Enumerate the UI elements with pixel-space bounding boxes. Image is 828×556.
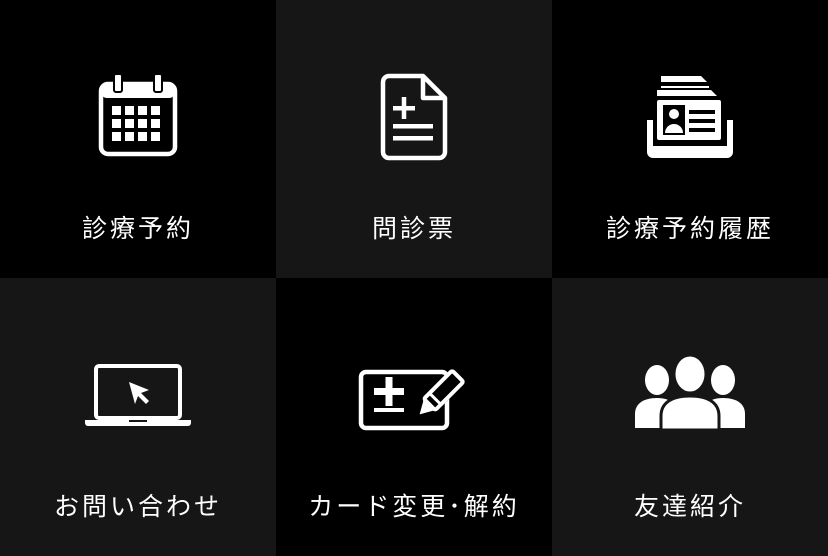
tile-label: 診療予約履歴	[605, 214, 774, 243]
tile-label: お問い合わせ	[53, 492, 222, 521]
menu-grid: 診療予約 問診票 診療予約履歴 お問い合わせ カード変更･解約 友達紹介	[0, 0, 828, 556]
tile-contact[interactable]: お問い合わせ	[0, 278, 276, 556]
tile-label: カード変更･解約	[308, 492, 520, 521]
medical-document-icon	[276, 72, 552, 162]
tile-label: 問診票	[371, 214, 456, 243]
calendar-icon	[0, 72, 276, 158]
tile-appointment-history[interactable]: 診療予約履歴	[552, 0, 828, 278]
tile-appointment[interactable]: 診療予約	[0, 0, 276, 278]
tile-refer-friend[interactable]: 友達紹介	[552, 278, 828, 556]
laptop-cursor-icon	[0, 352, 276, 432]
tile-label: 診療予約	[81, 214, 194, 243]
patient-records-icon	[552, 72, 828, 162]
tile-card-change[interactable]: カード変更･解約	[276, 278, 552, 556]
tile-label: 友達紹介	[633, 492, 746, 521]
card-edit-icon	[276, 352, 552, 436]
tile-questionnaire[interactable]: 問診票	[276, 0, 552, 278]
group-people-icon	[552, 352, 828, 432]
